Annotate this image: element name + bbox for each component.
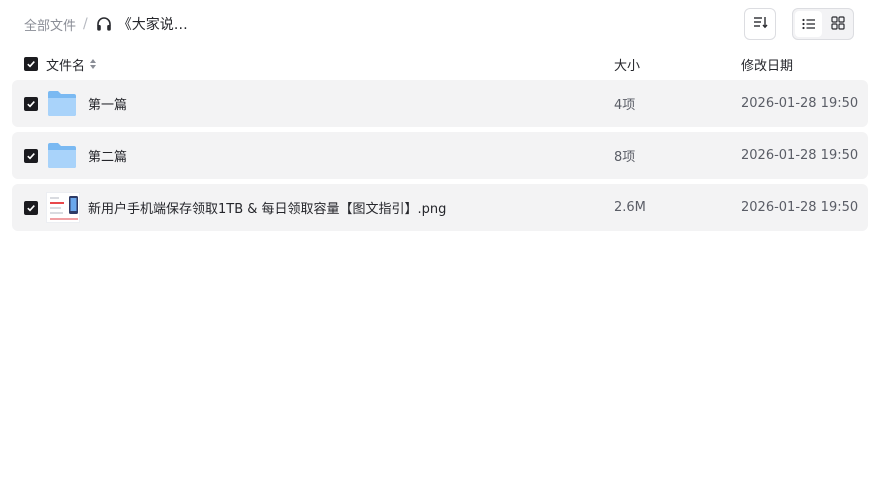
grid-view-button[interactable] [824,11,851,37]
file-modified-date: 2026-01-28 19:50 [741,96,859,111]
breadcrumb-root-link[interactable]: 全部文件 [24,15,76,34]
list-view-button[interactable] [795,11,822,37]
table-row[interactable]: 第二篇 8项 2026-01-28 19:50 [12,132,868,179]
row-checkbox[interactable] [24,184,38,231]
top-bar: 全部文件 / 《大家说… [0,0,878,48]
name-header-label: 文件名 [46,58,86,74]
file-name[interactable]: 新用户手机端保存领取1TB & 每日领取容量【图文指引】.png [88,184,446,231]
size-column-header[interactable]: 大小 [614,48,640,80]
breadcrumb-current-folder[interactable]: 《大家说… [118,14,188,34]
view-toggle [792,8,854,40]
image-thumbnail [46,184,80,231]
file-modified-date: 2026-01-28 19:50 [741,148,859,163]
breadcrumb-separator: / [83,16,88,32]
sort-icon [752,14,768,34]
select-all-checkbox[interactable] [24,48,38,80]
row-checkbox[interactable] [24,132,38,179]
table-row[interactable]: 新用户手机端保存领取1TB & 每日领取容量【图文指引】.png 2.6M 20… [12,184,868,231]
table-row[interactable]: 第一篇 4项 2026-01-28 19:50 [12,80,868,127]
checkbox-checked [24,200,38,215]
file-size: 2.6M [614,200,646,215]
breadcrumb: 全部文件 / 《大家说… [24,14,188,34]
headphones-icon [95,15,113,33]
file-modified-date: 2026-01-28 19:50 [741,200,859,215]
sort-button[interactable] [744,8,776,40]
image-file-icon [46,192,80,223]
file-name[interactable]: 第一篇 [88,80,127,127]
folder-icon [47,80,77,127]
file-size: 8项 [614,150,636,165]
list-view-icon [801,15,816,34]
table-header: 文件名 大小 修改日期 [12,48,868,80]
name-column-header[interactable]: 文件名 [46,48,97,80]
file-name[interactable]: 第二篇 [88,132,127,179]
row-checkbox[interactable] [24,80,38,127]
sort-updown-icon [89,58,97,70]
checkbox-checked [24,96,38,111]
checkbox-checked [24,148,38,163]
folder-icon [47,132,77,179]
modified-column-header[interactable]: 修改日期 [741,48,793,80]
file-size: 4项 [614,98,636,113]
checkbox-checked [24,57,38,71]
grid-view-icon [830,15,845,34]
